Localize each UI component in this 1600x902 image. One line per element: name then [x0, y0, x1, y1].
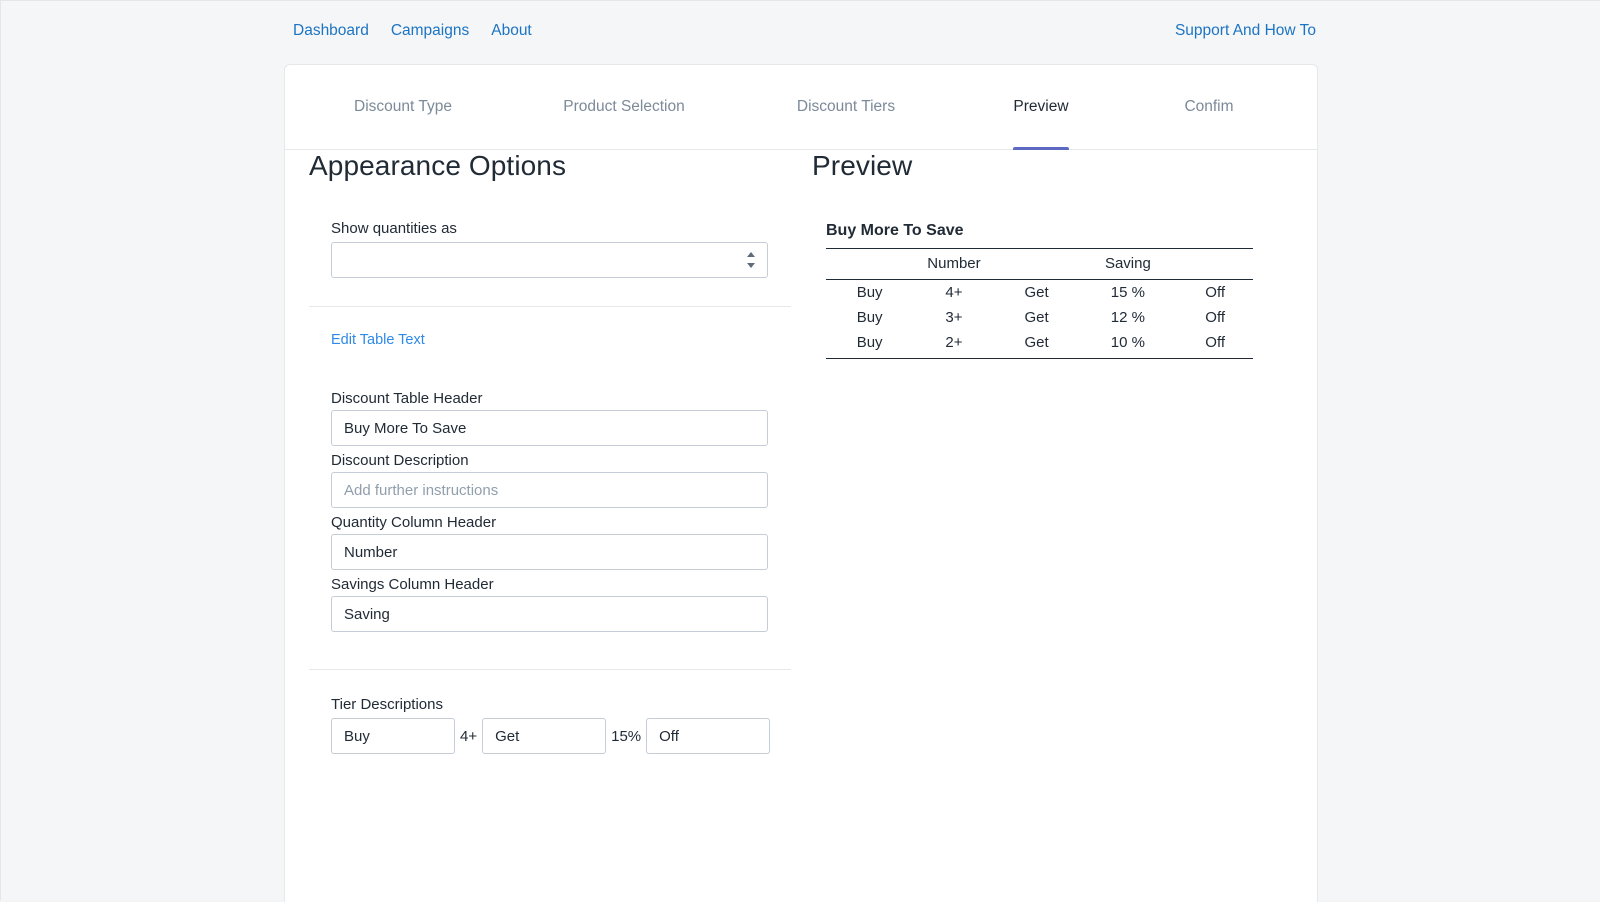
row-0-prefix: Buy — [826, 280, 913, 306]
tab-preview[interactable]: Preview — [957, 65, 1125, 149]
tab-discount-tiers[interactable]: Discount Tiers — [735, 65, 957, 149]
main-card: Discount Type Product Selection Discount… — [284, 64, 1318, 902]
row-0-middle: Get — [995, 280, 1079, 306]
preview-table-head: Number Saving — [826, 249, 1253, 280]
nav-link-campaigns[interactable]: Campaigns — [391, 21, 469, 41]
tab-discount-tiers-label: Discount Tiers — [797, 98, 895, 116]
row-0-percent: 15 % — [1078, 280, 1177, 306]
tier-descriptions-label: Tier Descriptions — [331, 696, 787, 713]
show-quantities-label: Show quantities as — [331, 220, 787, 237]
tab-confirm[interactable]: Confim — [1125, 65, 1293, 149]
nav-link-dashboard[interactable]: Dashboard — [293, 21, 369, 41]
preview-title: Preview — [812, 150, 1282, 182]
preview-col-number: Number — [913, 249, 994, 280]
primary-nav-links: Dashboard Campaigns About — [293, 21, 532, 41]
tab-confirm-label: Confim — [1184, 98, 1233, 116]
row-2-quantity: 2+ — [913, 330, 994, 359]
show-quantities-select-wrapper — [331, 242, 768, 278]
field-savings-column-header: Savings Column Header — [331, 576, 787, 632]
row-2-prefix: Buy — [826, 330, 913, 359]
table-row: Buy 4+ Get 15 % Off — [826, 280, 1253, 306]
quantity-column-header-input[interactable] — [331, 534, 768, 570]
row-1-suffix: Off — [1177, 305, 1253, 330]
preview-table-header-row: Number Saving — [826, 249, 1253, 280]
tier-percent-text: 15% — [606, 728, 646, 745]
discount-table-header-input[interactable] — [331, 410, 768, 446]
tier-descriptions-block: Tier Descriptions 4+ 15% — [309, 670, 809, 754]
tier-descriptions-row: 4+ 15% — [331, 718, 787, 754]
tier-suffix-input[interactable] — [646, 718, 770, 754]
preview-col-blank-2 — [995, 249, 1079, 280]
field-quantity-column-header: Quantity Column Header — [331, 514, 787, 570]
table-row: Buy 3+ Get 12 % Off — [826, 305, 1253, 330]
row-1-percent: 12 % — [1078, 305, 1177, 330]
appearance-options-title: Appearance Options — [309, 150, 809, 182]
tier-prefix-input[interactable] — [331, 718, 455, 754]
preview-panel: Preview Buy More To Save Number Saving — [812, 150, 1282, 359]
preview-col-blank-1 — [826, 249, 913, 280]
preview-col-saving: Saving — [1078, 249, 1177, 280]
secondary-nav-links: Support And How To — [1175, 21, 1316, 41]
savings-column-header-input[interactable] — [331, 596, 768, 632]
preview-col-blank-3 — [1177, 249, 1253, 280]
nav-link-about[interactable]: About — [491, 21, 532, 41]
savings-column-header-label: Savings Column Header — [331, 576, 787, 593]
discount-description-input[interactable] — [331, 472, 768, 508]
preview-table-header: Buy More To Save — [826, 222, 1282, 240]
field-discount-description: Discount Description — [331, 452, 787, 508]
wizard-tabs: Discount Type Product Selection Discount… — [285, 65, 1317, 150]
tier-quantity-text: 4+ — [455, 728, 482, 745]
tab-preview-label: Preview — [1013, 98, 1068, 116]
preview-card: Buy More To Save Number Saving — [812, 182, 1282, 359]
row-0-suffix: Off — [1177, 280, 1253, 306]
field-discount-table-header: Discount Table Header — [331, 390, 787, 446]
row-2-suffix: Off — [1177, 330, 1253, 359]
table-text-fields: Discount Table Header Discount Descripti… — [309, 349, 809, 632]
show-quantities-field: Show quantities as — [309, 182, 809, 278]
tab-product-selection-label: Product Selection — [563, 98, 685, 116]
row-1-prefix: Buy — [826, 305, 913, 330]
tab-discount-type[interactable]: Discount Type — [293, 65, 513, 149]
preview-discount-table: Number Saving Buy 4+ Get 15 % — [826, 248, 1253, 359]
nav-link-support[interactable]: Support And How To — [1175, 22, 1316, 39]
preview-table-body: Buy 4+ Get 15 % Off Buy 3+ Get 12 % — [826, 280, 1253, 359]
discount-table-header-label: Discount Table Header — [331, 390, 787, 407]
quantity-column-header-label: Quantity Column Header — [331, 514, 787, 531]
row-1-quantity: 3+ — [913, 305, 994, 330]
row-2-middle: Get — [995, 330, 1079, 359]
tab-discount-type-label: Discount Type — [354, 98, 452, 116]
table-row: Buy 2+ Get 10 % Off — [826, 330, 1253, 359]
row-2-percent: 10 % — [1078, 330, 1177, 359]
row-0-quantity: 4+ — [913, 280, 994, 306]
edit-table-text-block: Edit Table Text — [309, 307, 809, 349]
row-1-middle: Get — [995, 305, 1079, 330]
show-quantities-select[interactable] — [331, 242, 768, 278]
app-viewport: Dashboard Campaigns About Support And Ho… — [0, 0, 1600, 900]
tab-product-selection[interactable]: Product Selection — [513, 65, 735, 149]
tier-middle-input[interactable] — [482, 718, 606, 754]
top-navigation: Dashboard Campaigns About Support And Ho… — [1, 1, 1600, 61]
discount-description-label: Discount Description — [331, 452, 787, 469]
edit-table-text-link[interactable]: Edit Table Text — [331, 332, 425, 348]
appearance-options-panel: Appearance Options Show quantities as — [309, 150, 809, 754]
